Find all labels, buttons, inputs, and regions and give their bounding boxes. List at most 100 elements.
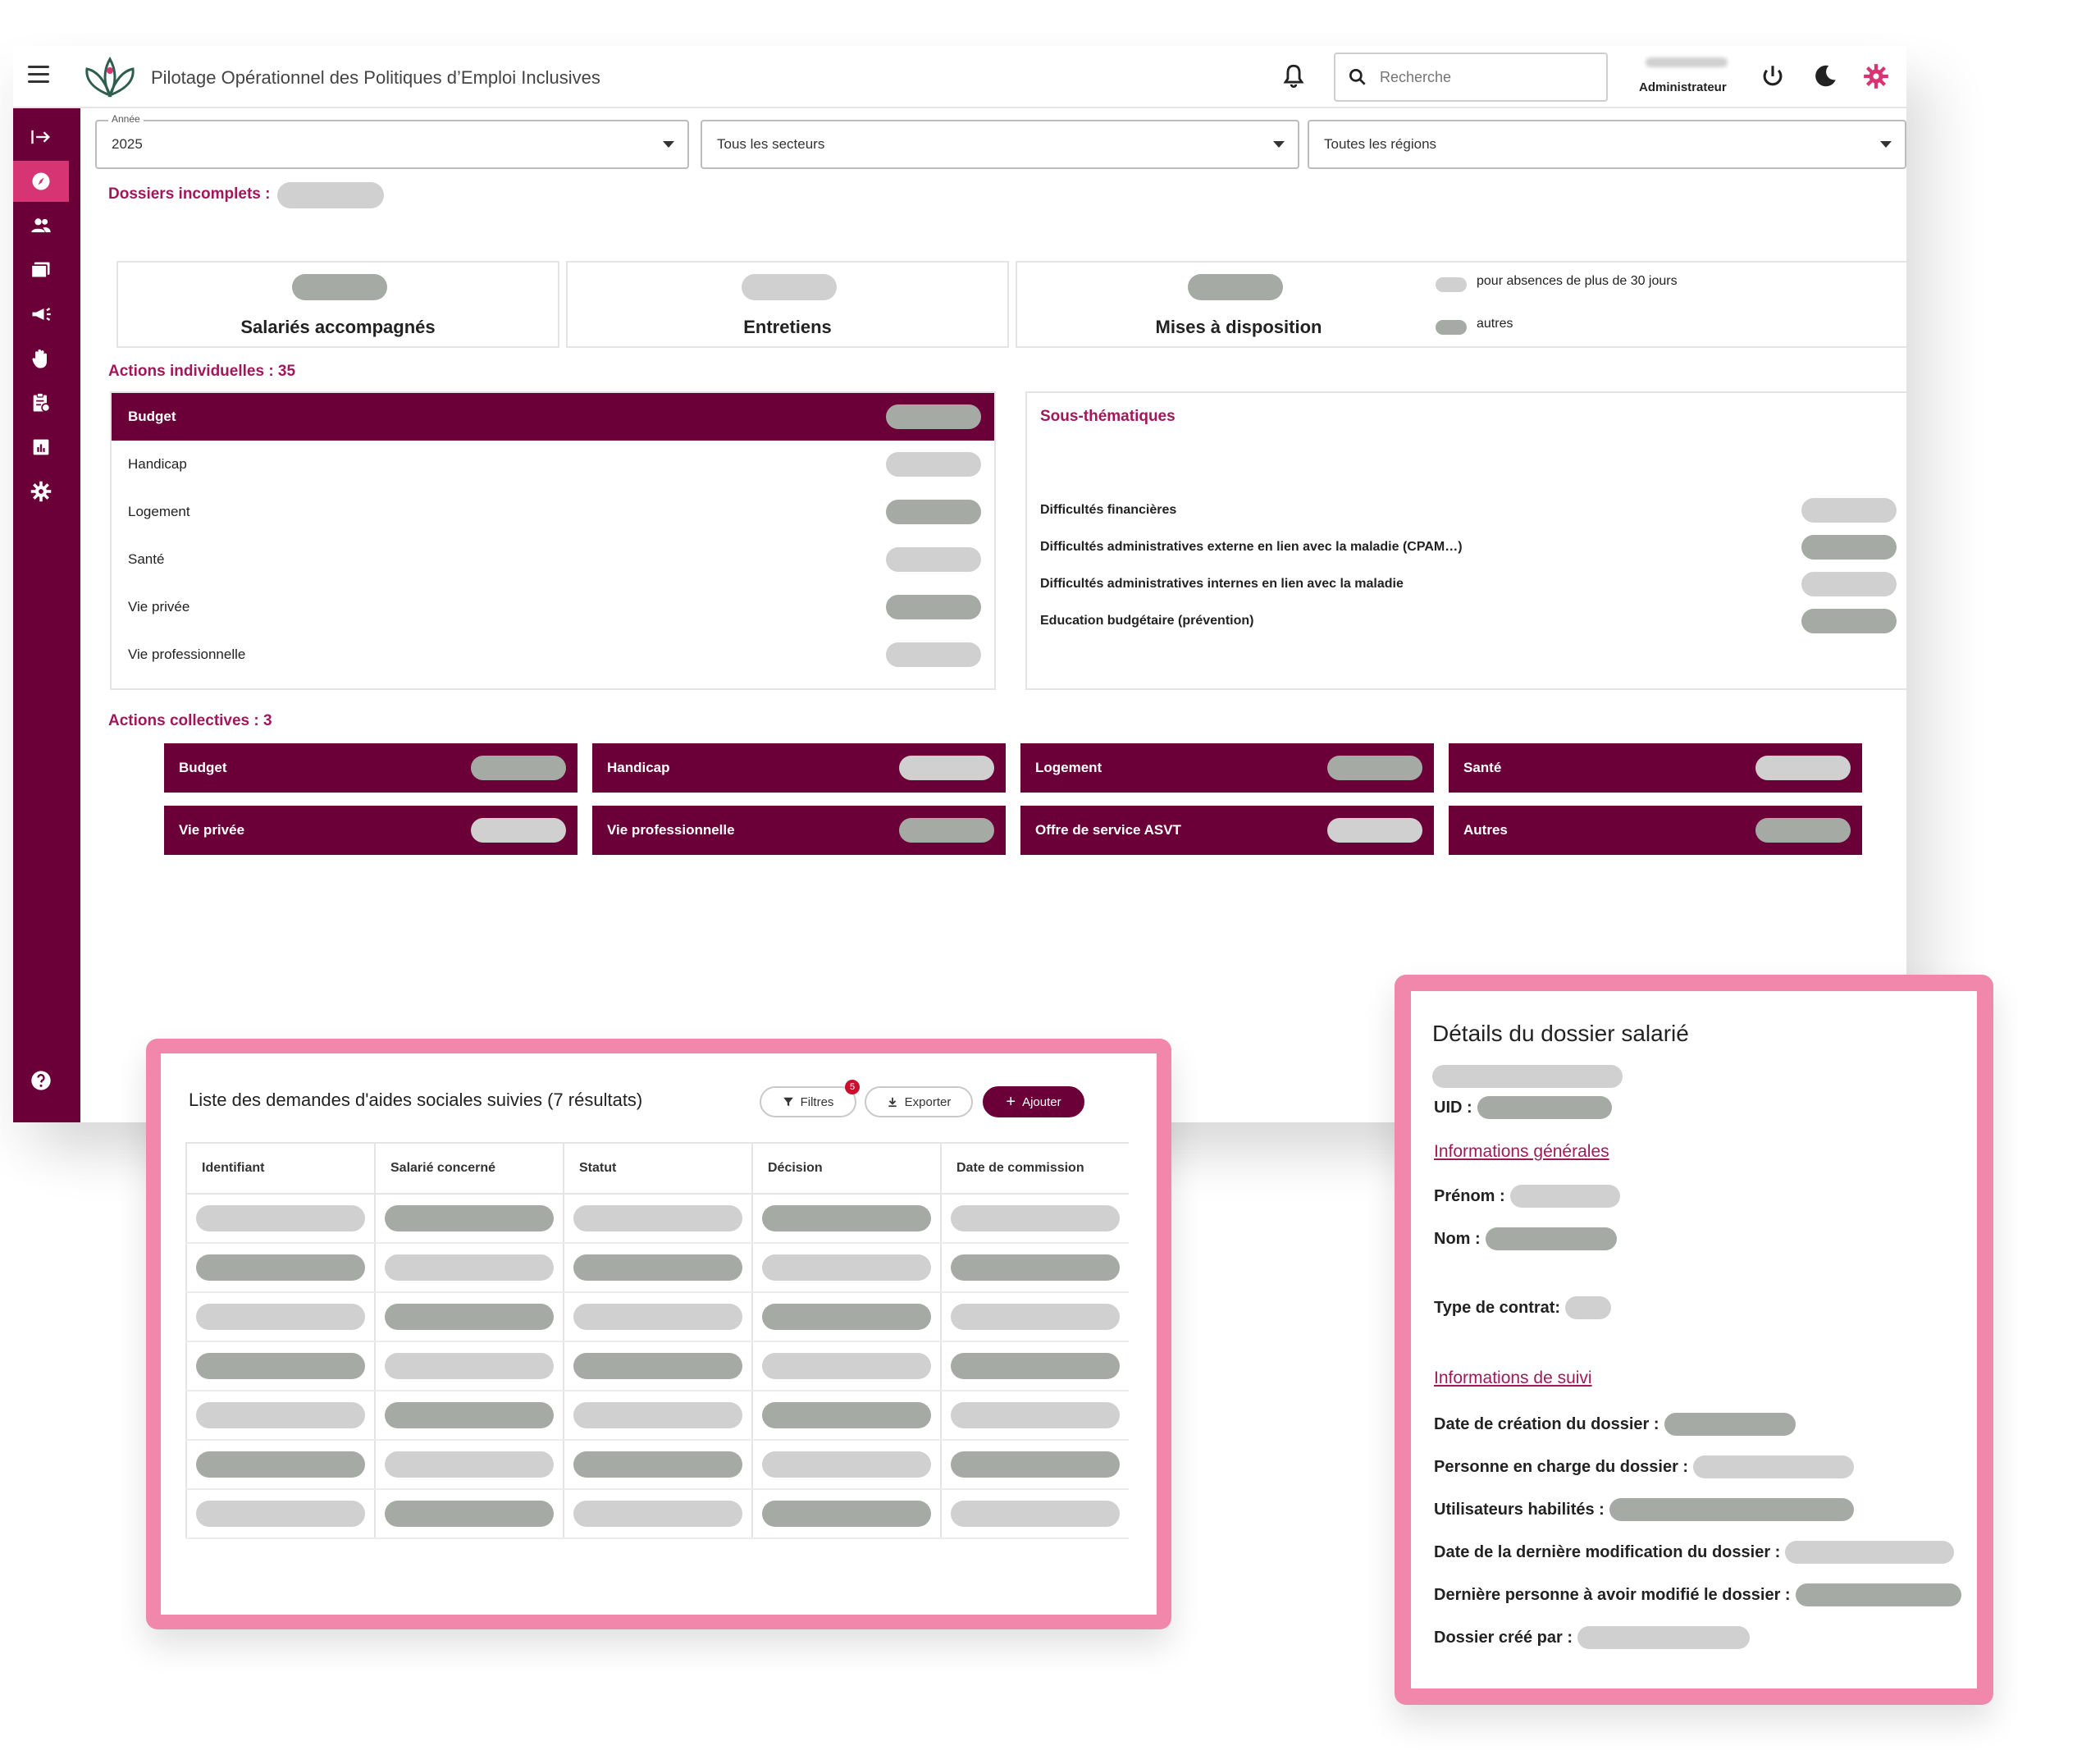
collective-card[interactable]: Offre de service ASVT [1020, 806, 1434, 855]
redacted-value [573, 1501, 742, 1527]
moon-icon[interactable] [1811, 62, 1839, 90]
column-header[interactable]: Date de commission [940, 1144, 1129, 1193]
add-button-label: Ajouter [1022, 1094, 1061, 1109]
redacted-value [951, 1451, 1120, 1478]
list-item[interactable]: Santé [112, 536, 994, 583]
table-row[interactable] [185, 1244, 1129, 1293]
redacted-value [951, 1304, 1120, 1330]
redacted-value [385, 1304, 554, 1330]
list-item-label: Budget [128, 409, 176, 424]
redacted-value [385, 1353, 554, 1379]
redacted-value [762, 1205, 931, 1231]
table-row[interactable] [185, 1293, 1129, 1342]
list-item-value [1801, 572, 1897, 596]
table-row[interactable] [185, 1195, 1129, 1244]
list-item[interactable]: Budget [112, 393, 994, 441]
logo-icon [85, 56, 135, 98]
collective-card[interactable]: Autres [1449, 806, 1862, 855]
sidebar-item-campaigns[interactable] [13, 294, 69, 335]
list-item[interactable]: Vie privée [112, 583, 994, 631]
table-row[interactable] [185, 1342, 1129, 1391]
collective-card[interactable]: Vie professionnelle [592, 806, 1006, 855]
list-item[interactable]: Difficultés administratives externe en l… [1040, 535, 1897, 560]
filters-button[interactable]: Filtres [760, 1086, 856, 1117]
collective-card-value [1755, 756, 1851, 780]
sidebar-item-users[interactable] [13, 205, 69, 246]
table-header: Identifiant Salarié concerné Statut Déci… [185, 1142, 1129, 1195]
collective-card[interactable]: Santé [1449, 743, 1862, 793]
table-cell [751, 1490, 940, 1538]
region-select[interactable]: Toutes les régions [1308, 120, 1906, 169]
list-item[interactable]: Difficultés financières [1040, 498, 1897, 523]
list-item[interactable]: Logement [112, 488, 994, 536]
table-cell [940, 1342, 1129, 1390]
list-item[interactable]: Education budgétaire (prévention) [1040, 609, 1897, 633]
collective-card[interactable]: Handicap [592, 743, 1006, 793]
table-cell [940, 1244, 1129, 1291]
kpi-mises-label: Mises à disposition [1155, 317, 1322, 337]
chevron-down-icon [1880, 141, 1892, 148]
gear-icon[interactable] [1862, 62, 1890, 90]
redacted-value [385, 1451, 554, 1478]
table-cell [374, 1342, 563, 1390]
created-by-value [1577, 1626, 1750, 1649]
app-window: Pilotage Opérationnel des Politiques d’E… [13, 46, 1906, 1122]
column-header[interactable]: Salarié concerné [374, 1144, 563, 1193]
list-item[interactable]: Handicap [112, 441, 994, 488]
collective-card[interactable]: Budget [164, 743, 578, 793]
top-bar: Pilotage Opérationnel des Politiques d’E… [13, 46, 1906, 108]
table-row[interactable] [185, 1441, 1129, 1490]
table-body [185, 1195, 1129, 1539]
sector-select[interactable]: Tous les secteurs [701, 120, 1299, 169]
search-input[interactable] [1380, 68, 1577, 86]
redacted-value [196, 1501, 365, 1527]
sidebar-item-folders[interactable] [13, 249, 69, 290]
search-field[interactable] [1334, 53, 1608, 102]
contract-label: Type de contrat: [1434, 1298, 1561, 1317]
sidebar-item-reports[interactable] [13, 382, 69, 423]
sidebar-item-dashboard[interactable] [13, 161, 69, 202]
owner-label: Personne en charge du dossier : [1434, 1457, 1689, 1476]
list-item[interactable]: Vie professionnelle [112, 631, 994, 679]
redacted-value [196, 1254, 365, 1281]
app-title: Pilotage Opérationnel des Politiques d’E… [151, 67, 600, 88]
redacted-value [573, 1353, 742, 1379]
table-cell [563, 1195, 751, 1242]
column-header[interactable]: Identifiant [185, 1144, 374, 1193]
collective-card[interactable]: Vie privée [164, 806, 578, 855]
year-select[interactable]: Année 2025 [95, 113, 689, 169]
sidebar-expand[interactable] [13, 117, 69, 158]
table-row[interactable] [185, 1391, 1129, 1441]
sector-select-value: Tous les secteurs [717, 136, 825, 152]
firstname-value [1509, 1185, 1620, 1208]
sidebar-item-help[interactable] [13, 1060, 69, 1101]
export-button[interactable]: Exporter [865, 1086, 973, 1117]
kpi-mises: Mises à disposition pour absences de plu… [1016, 261, 1906, 348]
filters-button-label: Filtres [800, 1094, 834, 1109]
power-icon[interactable] [1759, 62, 1787, 90]
redacted-value [385, 1501, 554, 1527]
column-header[interactable]: Statut [563, 1144, 751, 1193]
dashboard-content: Année 2025 Tous les secteurs Toutes les … [80, 108, 1906, 1122]
add-button[interactable]: + Ajouter [983, 1086, 1084, 1117]
region-select-value: Toutes les régions [1324, 136, 1437, 152]
column-header[interactable]: Décision [751, 1144, 940, 1193]
sidebar-item-statistics[interactable] [13, 427, 69, 468]
chevron-down-icon [663, 141, 674, 148]
general-info-link[interactable]: Informations générales [1434, 1142, 1609, 1162]
collective-card[interactable]: Logement [1020, 743, 1434, 793]
uid-label: UID : [1434, 1098, 1472, 1117]
redacted-value [762, 1353, 931, 1379]
menu-icon[interactable] [28, 66, 49, 85]
redacted-value [951, 1402, 1120, 1428]
table-row[interactable] [185, 1490, 1129, 1539]
sidebar-item-support[interactable] [13, 338, 69, 379]
table-cell [374, 1391, 563, 1439]
redacted-value [196, 1304, 365, 1330]
sidebar-item-settings[interactable] [13, 471, 69, 512]
bell-icon[interactable] [1280, 62, 1308, 90]
table-cell [751, 1244, 940, 1291]
list-item[interactable]: Difficultés administratives internes en … [1040, 572, 1897, 596]
table-cell [185, 1441, 374, 1488]
tracking-info-link[interactable]: Informations de suivi [1434, 1368, 1592, 1388]
